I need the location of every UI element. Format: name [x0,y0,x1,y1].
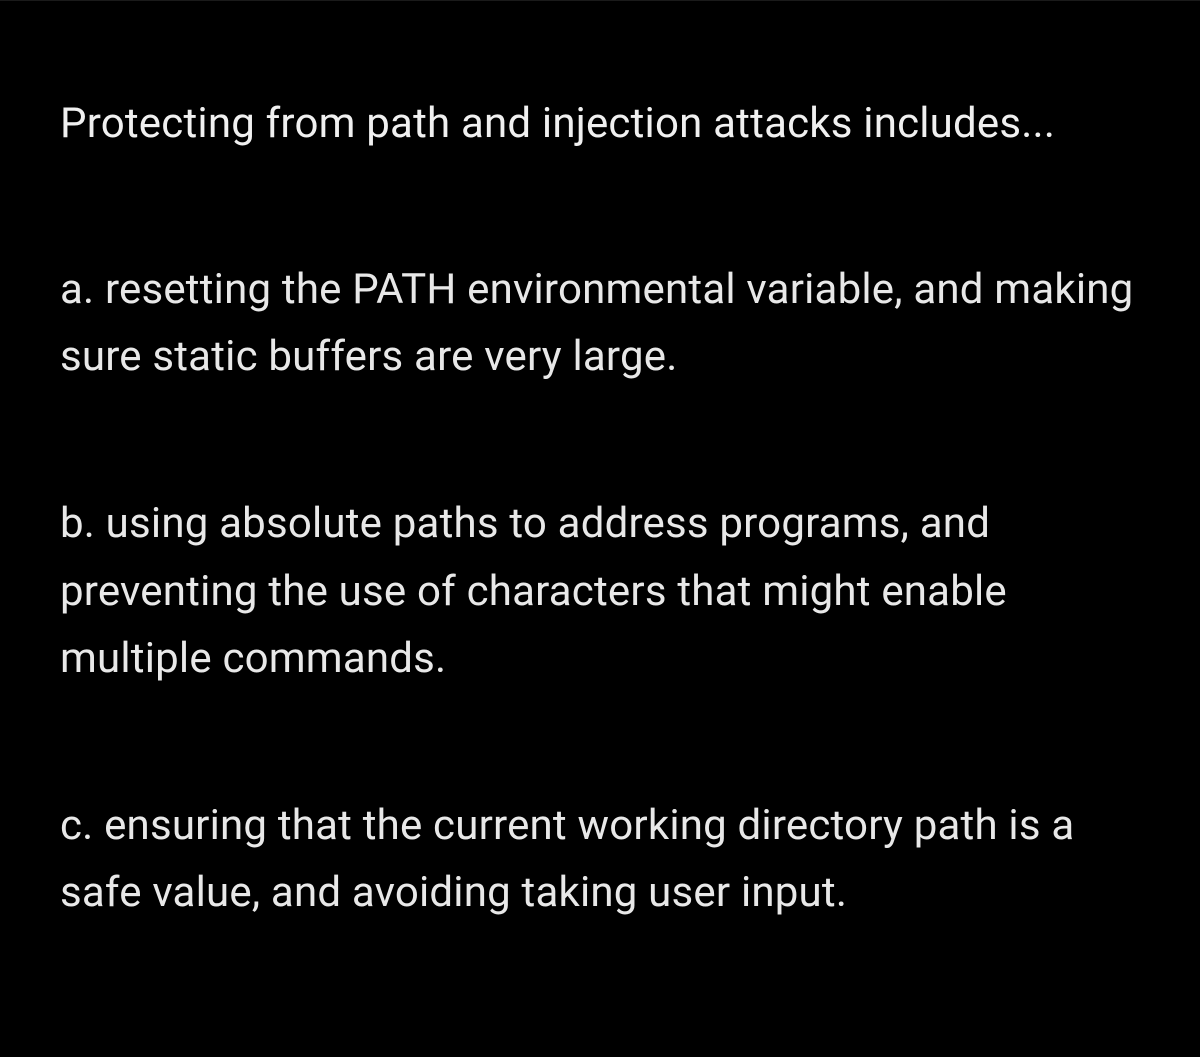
question-text: Protecting from path and injection attac… [60,91,1140,156]
option-a[interactable]: a. resetting the PATH environmental vari… [60,256,1140,390]
option-c[interactable]: c. ensuring that the current working dir… [60,792,1140,926]
options-list: a. resetting the PATH environmental vari… [60,256,1140,926]
option-b[interactable]: b. using absolute paths to address progr… [60,490,1140,692]
